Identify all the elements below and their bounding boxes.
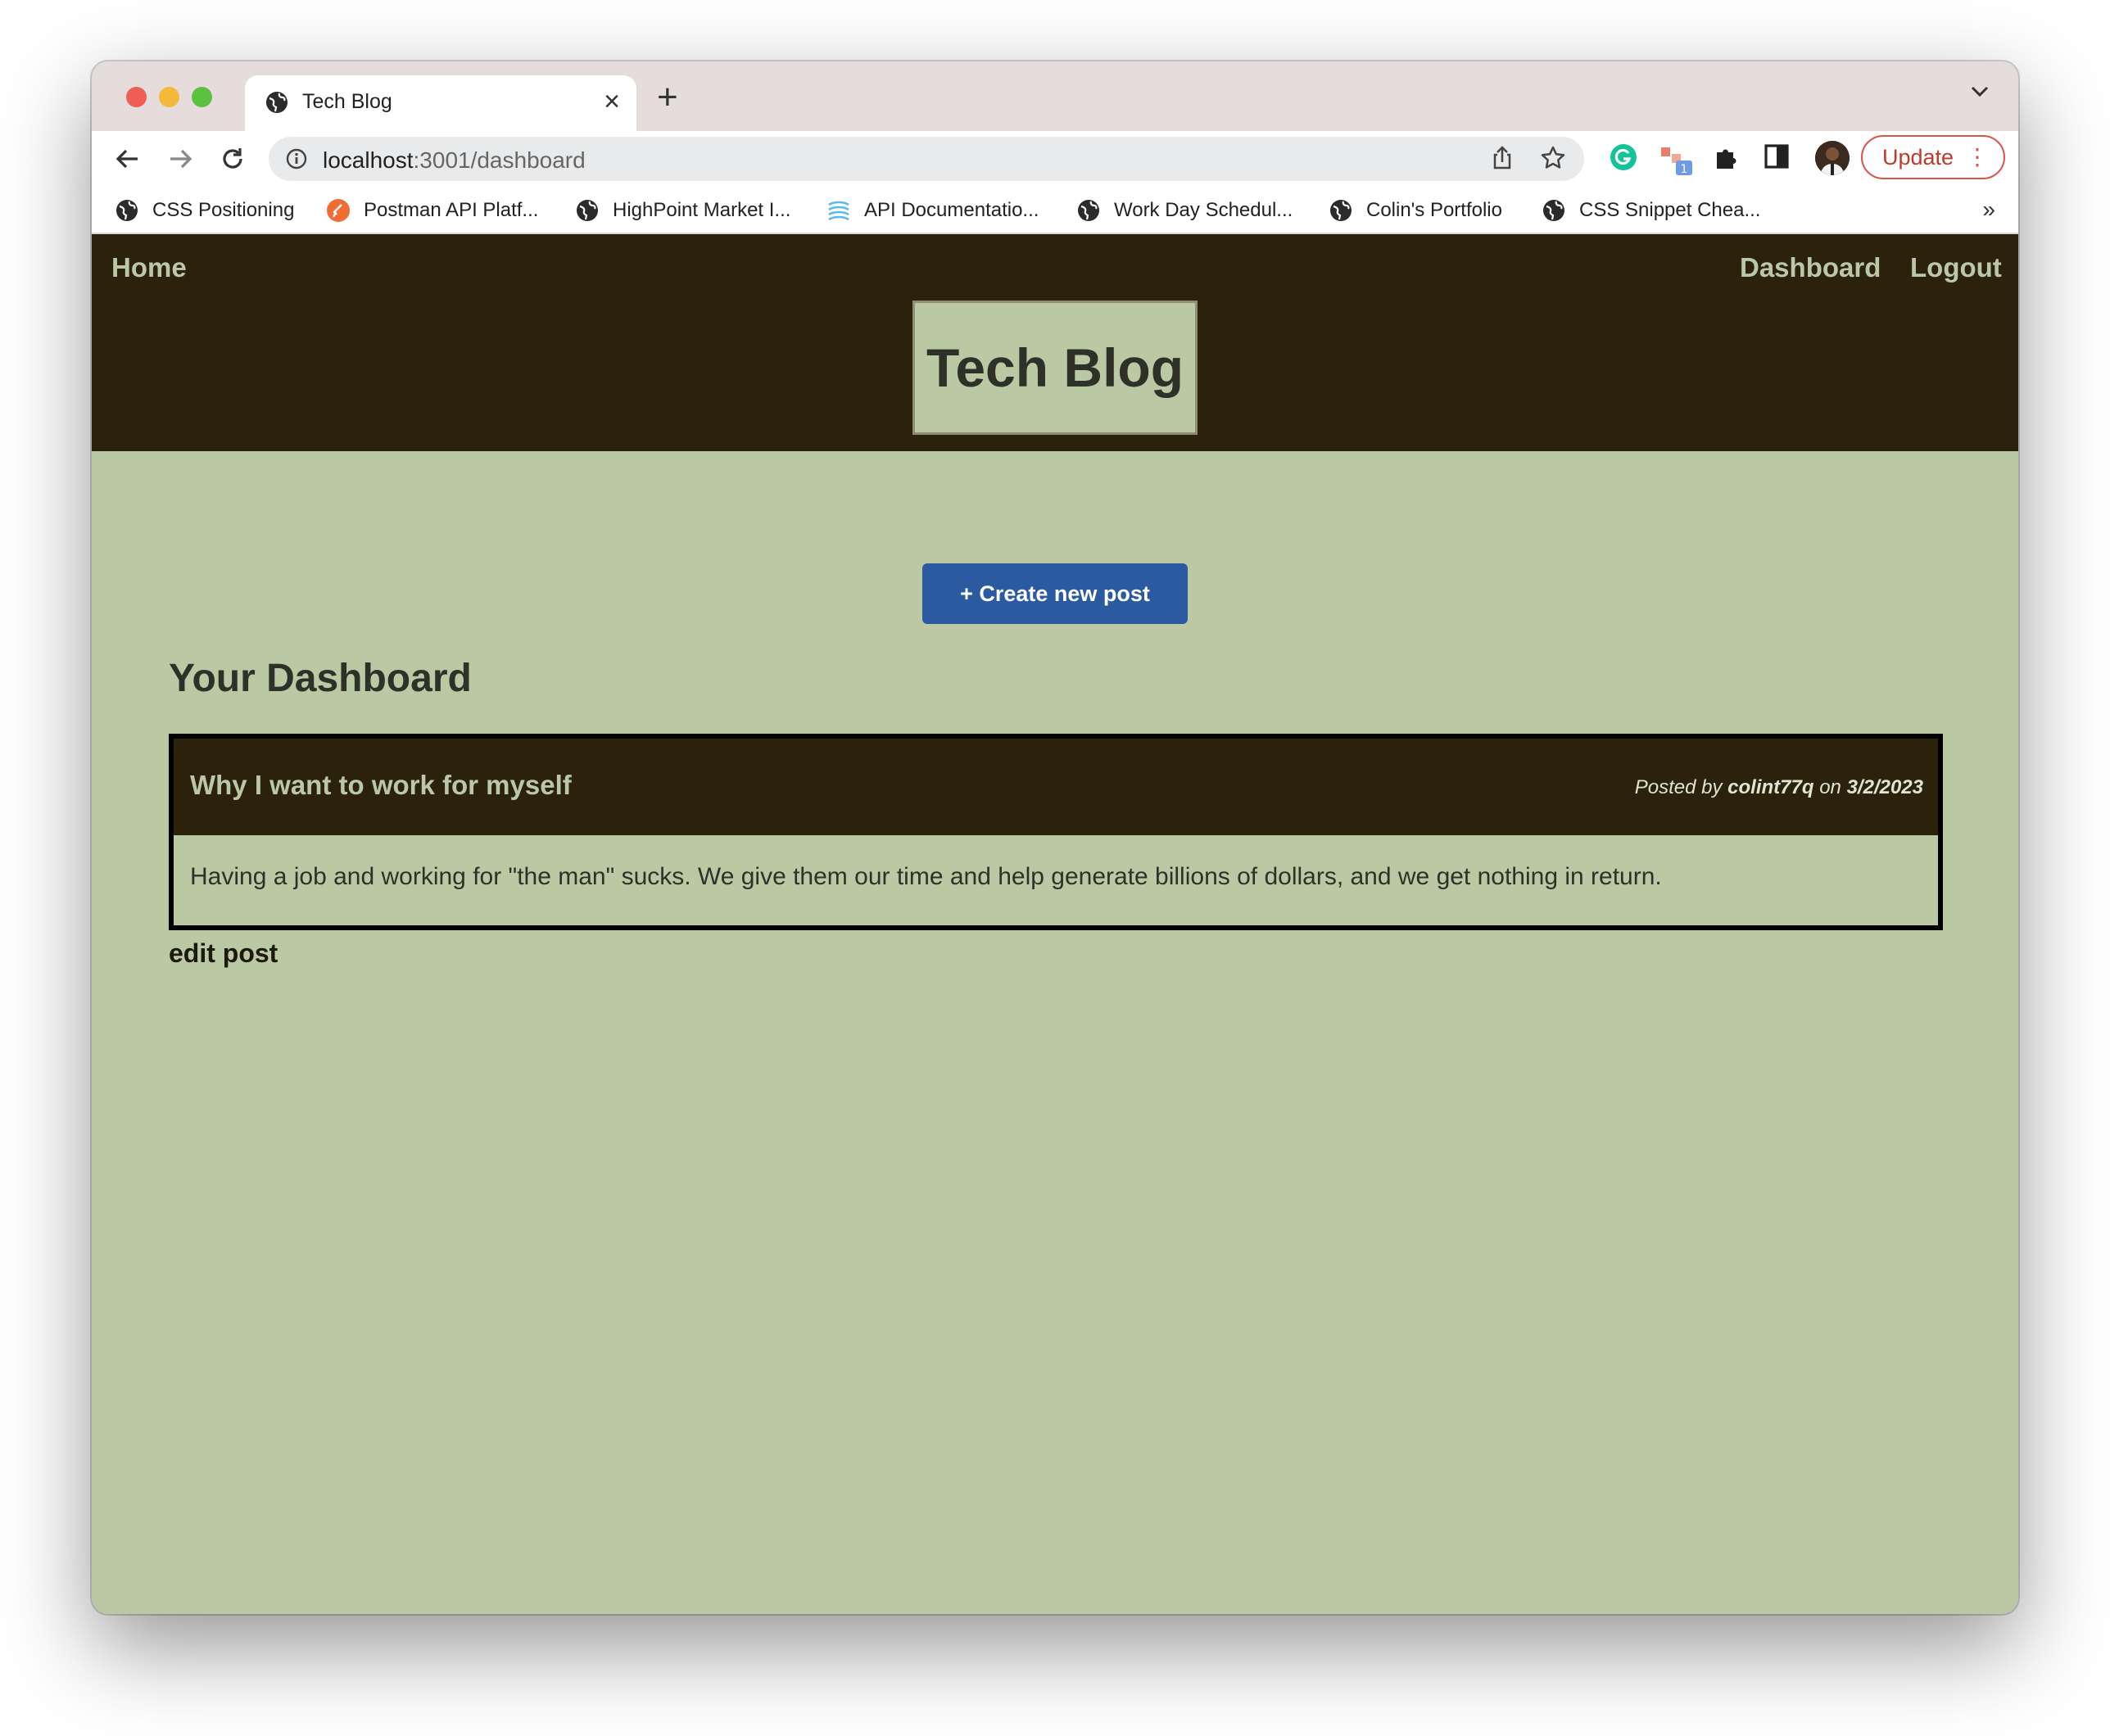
browser-toolbar: localhost:3001/dashboard 1 Update ⋮ [92,131,2018,187]
extensions-puzzle-icon[interactable] [1712,142,1741,176]
address-bar[interactable]: localhost:3001/dashboard [269,137,1584,181]
globe-icon [1542,198,1566,223]
close-window-button[interactable] [126,87,147,107]
bookmark-label: API Documentatio... [864,199,1039,221]
extension-badge-count: 1 [1681,163,1688,176]
bookmark-item[interactable]: Colin's Portfolio [1329,195,1502,226]
update-label: Update [1882,145,1954,170]
site-header: Home Dashboard Logout Tech Blog [92,234,2018,451]
forward-arrow-icon[interactable] [165,144,195,174]
post-title[interactable]: Why I want to work for myself [190,770,572,801]
profile-avatar[interactable] [1815,141,1850,175]
bookmark-item[interactable]: Postman API Platf... [326,195,538,226]
bookmark-label: HighPoint Market I... [613,199,791,221]
tab-strip: Tech Blog × + [92,61,2018,131]
dashboard-heading: Your Dashboard [169,657,472,700]
nav-dashboard-link[interactable]: Dashboard [1740,252,1881,283]
share-icon[interactable] [1489,145,1515,175]
bookmark-item[interactable]: CSS Positioning [115,195,294,226]
globe-icon [115,198,139,223]
site-title: Tech Blog [926,337,1184,398]
browser-window: Tech Blog × + localhost:3001/dashboard 1… [92,61,2018,1614]
more-vertical-icon[interactable]: ⋮ [1966,137,1989,178]
minimize-window-button[interactable] [159,87,179,107]
create-new-post-button[interactable]: + Create new post [922,563,1188,624]
bookmark-item[interactable]: CSS Snippet Chea... [1542,195,1760,226]
maximize-window-button[interactable] [192,87,212,107]
nav-home-link[interactable]: Home [111,252,187,283]
tab-search-chevron-icon[interactable] [1971,86,1989,102]
tab-title: Tech Blog [302,90,392,113]
bookmark-star-icon[interactable] [1540,145,1566,175]
nav-logout-link[interactable]: Logout [1910,252,2002,283]
post-header: Why I want to work for myself Posted by … [174,739,1938,835]
url-text[interactable]: localhost:3001/dashboard [323,147,586,174]
bookmark-label: CSS Positioning [152,199,295,221]
posted-by-prefix: Posted by [1634,776,1723,798]
bookmark-label: Postman API Platf... [364,199,539,221]
reload-icon[interactable] [218,144,247,174]
more-bookmarks-chevron-icon[interactable]: » [1982,197,1995,223]
grammarly-icon[interactable] [1609,142,1638,176]
post-author: colint77q [1727,776,1814,798]
post-on-word: on [1819,776,1841,798]
back-arrow-icon[interactable] [113,144,143,174]
bookmark-label: Colin's Portfolio [1366,199,1502,221]
bookmark-item[interactable]: HighPoint Market I... [575,195,790,226]
post-date: 3/2/2023 [1846,776,1923,798]
globe-icon [1329,198,1353,223]
postman-icon [326,198,351,223]
close-tab-icon[interactable]: × [604,85,620,118]
globe-icon [265,90,289,119]
new-tab-button[interactable]: + [657,79,678,115]
bookmark-item[interactable]: Work Day Schedul... [1076,195,1293,226]
bookmark-item[interactable]: API Documentatio... [826,195,1039,226]
extension-badge-icon[interactable]: 1 [1658,142,1694,181]
post-body: Having a job and working for "the man" s… [190,863,1662,890]
globe-icon [1076,198,1101,223]
post-card: Why I want to work for myself Posted by … [169,734,1943,930]
post-meta: Posted by colint77q on 3/2/2023 [1635,776,1923,799]
api-docs-icon [826,198,851,223]
url-host: localhost [323,147,414,173]
site-title-box: Tech Blog [912,301,1198,435]
page-content: Home Dashboard Logout Tech Blog + Create… [92,234,2018,1614]
edit-post-link[interactable]: edit post [169,938,278,969]
bookmark-label: CSS Snippet Chea... [1579,199,1761,221]
globe-icon [575,198,600,223]
bookmark-label: Work Day Schedul... [1114,199,1293,221]
active-tab[interactable]: Tech Blog × [245,75,636,131]
site-info-icon[interactable] [285,147,308,174]
side-panel-icon[interactable] [1763,142,1791,174]
bookmarks-bar: CSS Positioning Postman API Platf... Hig… [92,187,2018,234]
url-path: :3001/dashboard [413,147,586,173]
update-button[interactable]: Update ⋮ [1861,135,2005,179]
